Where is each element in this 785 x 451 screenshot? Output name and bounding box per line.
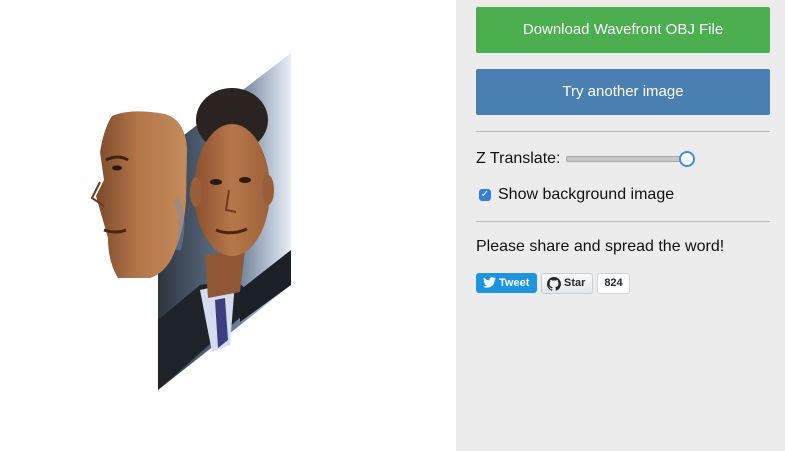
try-another-image-button[interactable]: Try another image [476,69,770,115]
twitter-bird-icon [483,277,496,288]
show-background-label[interactable]: Show background image [498,186,674,204]
share-text: Please share and spread the word! [476,238,725,255]
slider-thumb[interactable] [679,151,695,167]
slider-track[interactable] [566,156,692,162]
tweet-label: Tweet [499,277,530,289]
3d-scene[interactable] [0,0,456,451]
control-panel: Download Wavefront OBJ File Try another … [456,0,785,451]
checkmark-icon: ✓ [480,189,490,200]
github-octocat-icon [547,277,561,291]
github-star-button[interactable]: Star [541,273,593,294]
download-obj-button[interactable]: Download Wavefront OBJ File [476,7,770,53]
star-count-badge[interactable]: 824 [597,273,630,294]
3d-face-mask [90,111,187,278]
z-translate-slider[interactable] [566,151,695,167]
3d-viewport[interactable] [0,0,456,451]
divider [476,221,770,222]
show-background-checkbox[interactable]: ✓ [479,189,491,201]
divider [476,131,770,132]
z-translate-label: Z Translate: [476,150,561,167]
star-label: Star [564,277,586,289]
tweet-button[interactable]: Tweet [476,273,537,293]
